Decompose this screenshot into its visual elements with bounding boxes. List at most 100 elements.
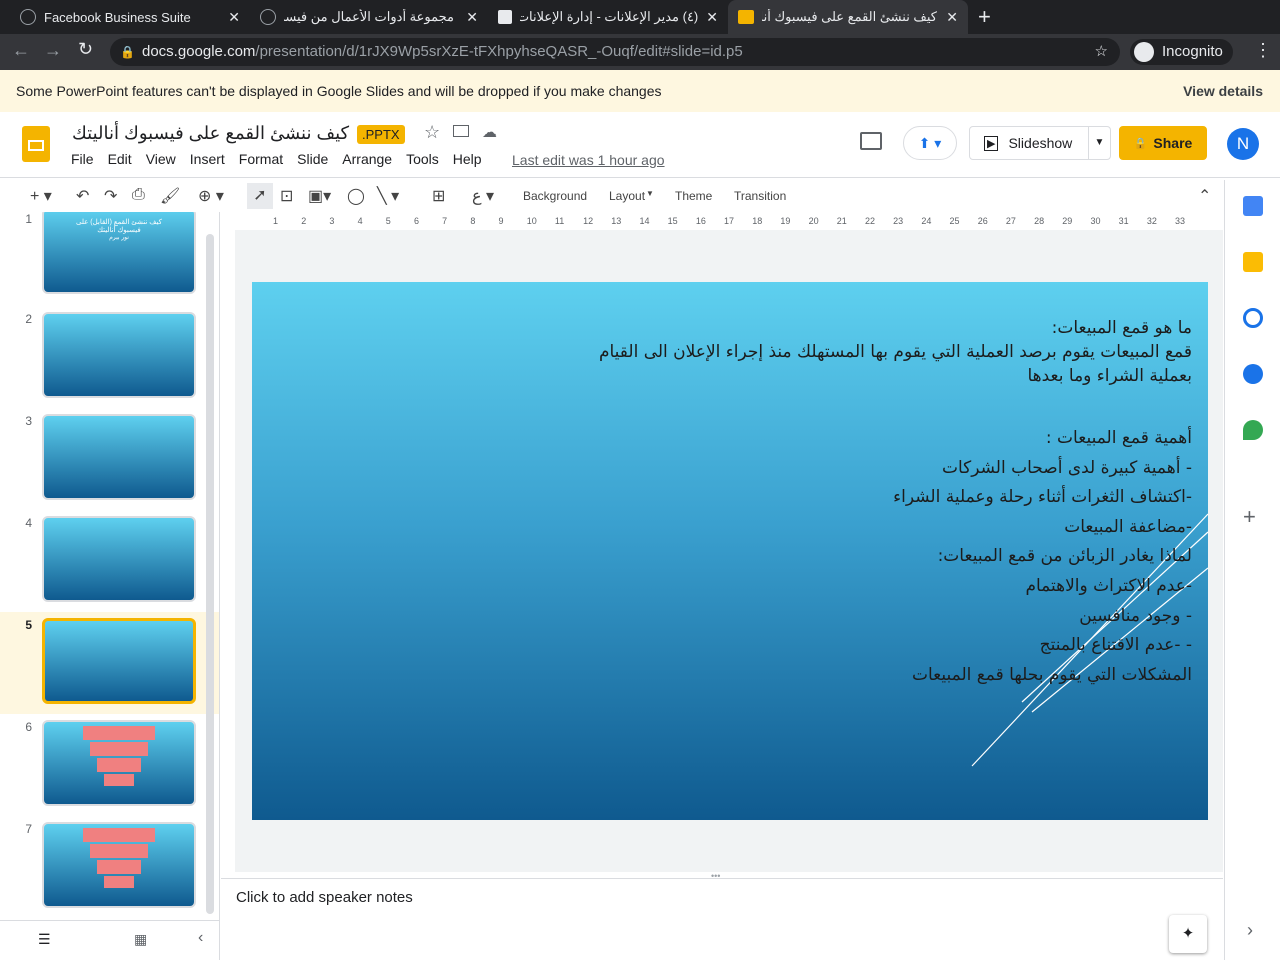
slide[interactable]: ما هو قمع المبيعات: قمع المبيعات يقوم برص… [252,282,1208,820]
speaker-notes[interactable]: ••• Click to add speaker notes ✦ [221,871,1223,960]
menu-view[interactable]: View [146,151,176,167]
ruler-tick-label: 10 [526,216,537,226]
reload-icon[interactable]: ↻ [78,39,93,60]
slide-thumbnail[interactable]: كيف ننشئ القمع (القابل) على فيسبوك أنالي… [42,212,196,294]
image-icon[interactable]: ▣▾ [308,186,331,206]
slide-text-box[interactable]: ما هو قمع المبيعات: قمع المبيعات يقوم برص… [552,316,1192,690]
side-panel: + › [1224,180,1280,960]
slide-thumbnail-selected[interactable] [42,618,196,704]
select-cursor-icon[interactable]: ➚ [247,183,273,209]
meta-icon [20,9,36,25]
slide-thumbnail[interactable] [42,414,196,500]
slide-thumbnail[interactable] [42,312,196,398]
star-icon[interactable]: ☆ [424,122,440,143]
menu-insert[interactable]: Insert [190,151,225,167]
close-tab-icon[interactable]: ✕ [228,9,240,26]
filmstrip-scrollbar[interactable] [206,234,214,914]
share-button[interactable]: 🔒 Share [1119,126,1207,160]
layout-button[interactable]: Layout [609,189,645,203]
maps-icon[interactable] [1243,420,1263,440]
keep-icon[interactable] [1243,252,1263,272]
menu-help[interactable]: Help [453,151,482,167]
tab-title: (٤) مدير الإعلانات - إدارة الإعلانات [520,9,699,24]
slideshow-dropdown-icon[interactable]: ▼ [1088,127,1110,159]
menu-edit[interactable]: Edit [108,151,132,167]
slideshow-button[interactable]: ▶ Slideshow ▼ [969,126,1111,160]
theme-button[interactable]: Theme [675,189,712,203]
menu-tools[interactable]: Tools [406,151,439,167]
speaker-notes-placeholder: Click to add speaker notes [236,889,413,906]
contacts-icon[interactable] [1243,364,1263,384]
add-addon-icon[interactable]: + [1243,504,1256,530]
menu-file[interactable]: File [71,151,94,167]
new-slide-icon[interactable]: + ▾ [30,186,52,206]
move-folder-icon[interactable] [453,125,469,137]
grid-view-icon[interactable]: ▦ [134,931,147,948]
slide-thumbnail[interactable] [42,720,196,806]
expand-panel-icon[interactable]: › [1247,920,1253,941]
zoom-icon[interactable]: ⊕ ▾ [198,186,224,206]
back-icon[interactable]: ← [12,40,30,61]
line-icon[interactable]: ╲ ▾ [377,186,399,206]
transition-button[interactable]: Transition [734,189,786,203]
menu-format[interactable]: Format [239,151,283,167]
browser-menu-icon[interactable]: ⋮ [1254,40,1272,61]
redo-icon[interactable]: ↷ [104,186,117,206]
text-box-icon[interactable]: ⊡ [280,186,293,206]
ruler-tick-label: 22 [864,216,875,226]
slides-logo-icon[interactable] [22,126,50,162]
warning-text: Some PowerPoint features can't be displa… [16,83,662,99]
undo-icon[interactable]: ↶ [76,186,89,206]
input-tools-icon[interactable]: ع ▾ [472,186,494,206]
menu-slide[interactable]: Slide [297,151,328,167]
list-view-icon[interactable]: ☰ [38,931,51,948]
bookmark-star-icon[interactable]: ☆ [1095,38,1108,66]
url-input[interactable]: 🔒 docs.google.com/presentation/d/1rJX9Wp5… [110,38,1120,66]
layout-dropdown-icon[interactable]: ▼ [646,189,654,198]
tasks-icon[interactable] [1243,308,1263,328]
tab-title: Facebook Business Suite [44,9,191,25]
last-edit-link[interactable]: Last edit was 1 hour ago [512,152,665,168]
lock-icon: 🔒 [1133,137,1148,150]
paint-format-icon[interactable]: 🖌 [160,186,180,206]
print-icon[interactable]: ⎙ [132,186,145,204]
view-details-link[interactable]: View details [1183,70,1263,112]
collapse-filmstrip-icon[interactable]: ‹ [198,929,203,947]
comment-icon[interactable]: ⊞ [432,186,445,206]
browser-tab[interactable]: Facebook Business Suite ✕ [10,0,250,34]
account-avatar[interactable]: N [1227,128,1259,160]
slide-filmstrip[interactable]: 1 كيف ننشئ القمع (القابل) على فيسبوك أنا… [0,212,220,920]
comments-icon[interactable] [860,132,882,150]
browser-tab[interactable]: مجموعة أدوات الأعمال من فيسبوك ✕ [250,0,488,34]
url-path: /presentation/d/1rJX9Wp5srXzE-tFXhpyhseQ… [255,43,743,60]
browser-tab[interactable]: (٤) مدير الإعلانات - إدارة الإعلانات ✕ [488,0,728,34]
browser-tab-active[interactable]: كيف ننشئ القمع على فيسبوك أناليتك ✕ [728,0,968,34]
slide-thumbnail[interactable] [42,516,196,602]
collapse-toolbar-icon[interactable]: ⌃ [1198,186,1211,206]
shape-icon[interactable]: ◯ [347,186,365,206]
vertical-ruler[interactable] [221,230,235,872]
ruler-tick-label: 18 [752,216,763,226]
incognito-badge[interactable]: Incognito [1130,39,1233,65]
close-tab-icon[interactable]: ✕ [946,9,958,26]
close-tab-icon[interactable]: ✕ [466,9,478,26]
ruler-tick-label: 8 [470,216,476,226]
horizontal-ruler[interactable]: 1 2 3 4 5 6 7 8 9 10 11 12 13 14 15 16 17 18 19 20 21 22 23 24 2… [221,212,1223,230]
present-options-button[interactable]: ⬆ ▾ [903,126,957,160]
ruler-tick-label: 26 [977,216,988,226]
explore-icon[interactable]: ✦ [1169,915,1207,953]
url-host: docs.google.com [142,43,256,60]
background-button[interactable]: Background [523,189,587,203]
menu-arrange[interactable]: Arrange [342,151,392,167]
document-title[interactable]: كيف ننشئ القمع على فيسبوك أناليتك [72,123,349,144]
close-tab-icon[interactable]: ✕ [706,9,718,26]
ruler-tick-label: 9 [498,216,504,226]
forward-icon[interactable]: → [44,40,62,61]
calendar-icon[interactable] [1243,196,1263,216]
slide-text-line: - وجود منافسين [1079,605,1192,626]
new-tab-icon[interactable]: + [978,4,991,30]
slideshow-label: Slideshow [1008,135,1073,151]
filmstrip-footer: ☰ ▦ ‹ [0,920,220,960]
slide-thumbnail[interactable] [42,822,196,908]
notes-resize-handle[interactable]: ••• [711,871,720,881]
